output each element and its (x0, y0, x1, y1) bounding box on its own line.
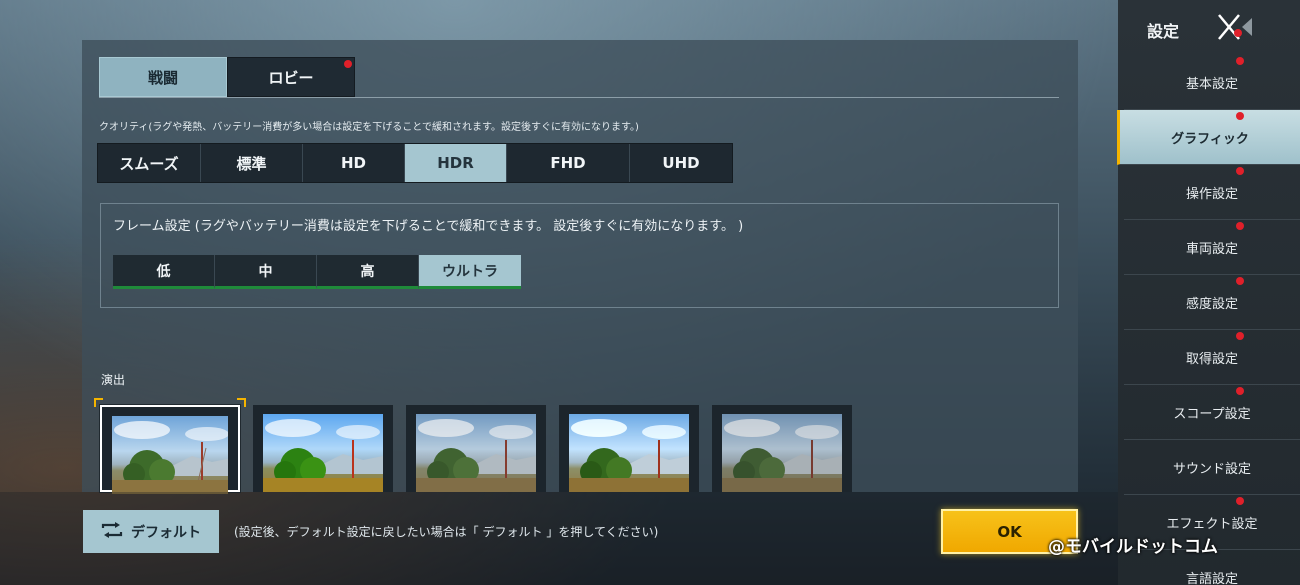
tab-divider (99, 97, 1059, 98)
effect-thumbnail[interactable] (406, 405, 546, 492)
quality-option-label: 標準 (236, 154, 267, 173)
sidebar-item-scope[interactable]: スコープ設定 (1124, 385, 1300, 440)
notification-dot (1234, 29, 1242, 37)
quality-option-fhd[interactable]: FHD (507, 144, 630, 182)
notification-dot (1236, 387, 1244, 395)
close-icon (1218, 14, 1252, 40)
sidebar-item-label: 言語設定 (1185, 571, 1238, 585)
sidebar-item-vehicle[interactable]: 車両設定 (1124, 220, 1300, 275)
notification-dot (1236, 332, 1244, 340)
frame-option-high[interactable]: 高 (317, 255, 419, 289)
quality-option-label: UHD (662, 154, 700, 172)
sidebar-title: 設定 (1147, 22, 1180, 41)
sidebar-item-label: エフェクト設定 (1166, 516, 1258, 532)
sidebar-item-basic[interactable]: 基本設定 (1124, 55, 1300, 110)
quality-option-uhd[interactable]: UHD (630, 144, 732, 182)
sidebar-item-graphics[interactable]: グラフィック (1117, 110, 1300, 165)
quality-option-label: HD (340, 154, 366, 172)
quality-note: クオリティ(ラグや発熱、バッテリー消費が多い場合は設定を下げることで緩和されます… (99, 122, 639, 133)
sidebar-item-controls[interactable]: 操作設定 (1124, 165, 1300, 220)
frame-option-label: 高 (360, 263, 375, 280)
sidebar-item-pickup[interactable]: 取得設定 (1124, 330, 1300, 385)
sidebar-item-label: スコープ設定 (1173, 406, 1251, 422)
tab-battle[interactable]: 戦闘 (99, 57, 227, 97)
notification-dot (1236, 497, 1244, 505)
landscape-image (569, 414, 689, 492)
frame-option-label: 低 (156, 263, 171, 280)
default-note: (設定後、デフォルト設定に戻したい場合は「 デフォルト 」を押してください) (234, 525, 659, 539)
landscape-image (722, 414, 842, 492)
effect-thumbnail[interactable] (712, 405, 852, 492)
sidebar-item-label: 感度設定 (1185, 296, 1238, 312)
effect-thumbnail[interactable] (253, 405, 393, 492)
frame-note: フレーム設定 (ラグやバッテリー消費は設定を下げることで緩和できます。 設定後す… (113, 219, 744, 234)
default-button-label: デフォルト (131, 524, 201, 541)
sidebar-item-label: 車両設定 (1185, 241, 1238, 257)
quality-option-label: HDR (437, 154, 474, 172)
tab-lobby[interactable]: ロビー (227, 57, 355, 97)
landscape-image (112, 416, 228, 494)
quality-option-standard[interactable]: 標準 (201, 144, 303, 182)
notification-dot (1236, 167, 1244, 175)
default-button[interactable]: デフォルト (83, 510, 219, 553)
notification-dot (344, 60, 352, 68)
frame-option-low[interactable]: 低 (113, 255, 215, 289)
notification-dot (1236, 112, 1244, 120)
quality-selector: スムーズ 標準 HD HDR FHD UHD (97, 143, 733, 183)
effect-thumbnail[interactable] (99, 404, 241, 494)
notification-dot (1236, 57, 1244, 65)
top-tabs: 戦闘 ロビー (99, 57, 355, 97)
sidebar-item-label: サウンド設定 (1172, 461, 1251, 477)
sidebar-item-label: グラフィック (1171, 131, 1249, 147)
effect-thumbnail[interactable] (559, 405, 699, 492)
quality-option-hdr[interactable]: HDR (405, 144, 507, 182)
quality-option-label: FHD (550, 154, 586, 172)
watermark: @モバイルドットコム (1048, 537, 1218, 557)
notification-dot (1236, 222, 1244, 230)
effects-thumbnails (99, 404, 852, 494)
sidebar-item-label: 操作設定 (1185, 186, 1238, 202)
landscape-image (263, 414, 383, 492)
sidebar-item-label: 取得設定 (1185, 351, 1238, 367)
notification-dot (1236, 277, 1244, 285)
tab-lobby-label: ロビー (268, 68, 314, 87)
landscape-image (416, 414, 536, 492)
reset-icon (101, 521, 123, 542)
close-button[interactable] (1214, 12, 1254, 42)
effects-label: 演出 (101, 373, 126, 387)
frame-option-label: 中 (258, 263, 273, 280)
frame-selector: 低 中 高 ウルトラ (113, 255, 521, 289)
frame-option-medium[interactable]: 中 (215, 255, 317, 289)
sidebar-item-sensitivity[interactable]: 感度設定 (1124, 275, 1300, 330)
quality-option-label: スムーズ (119, 154, 179, 173)
sidebar-menu: 基本設定 グラフィック 操作設定 車両設定 感度設定 取得設定 スコープ設定 サ… (1117, 55, 1300, 585)
ok-button-label: OK (997, 522, 1022, 541)
tab-battle-label: 戦闘 (147, 68, 178, 87)
quality-option-hd[interactable]: HD (303, 144, 405, 182)
sidebar-item-sound[interactable]: サウンド設定 (1124, 440, 1300, 495)
frame-option-ultra[interactable]: ウルトラ (419, 255, 521, 289)
quality-option-smooth[interactable]: スムーズ (98, 144, 201, 182)
sidebar-item-label: 基本設定 (1185, 76, 1238, 92)
frame-option-label: ウルトラ (442, 263, 498, 280)
